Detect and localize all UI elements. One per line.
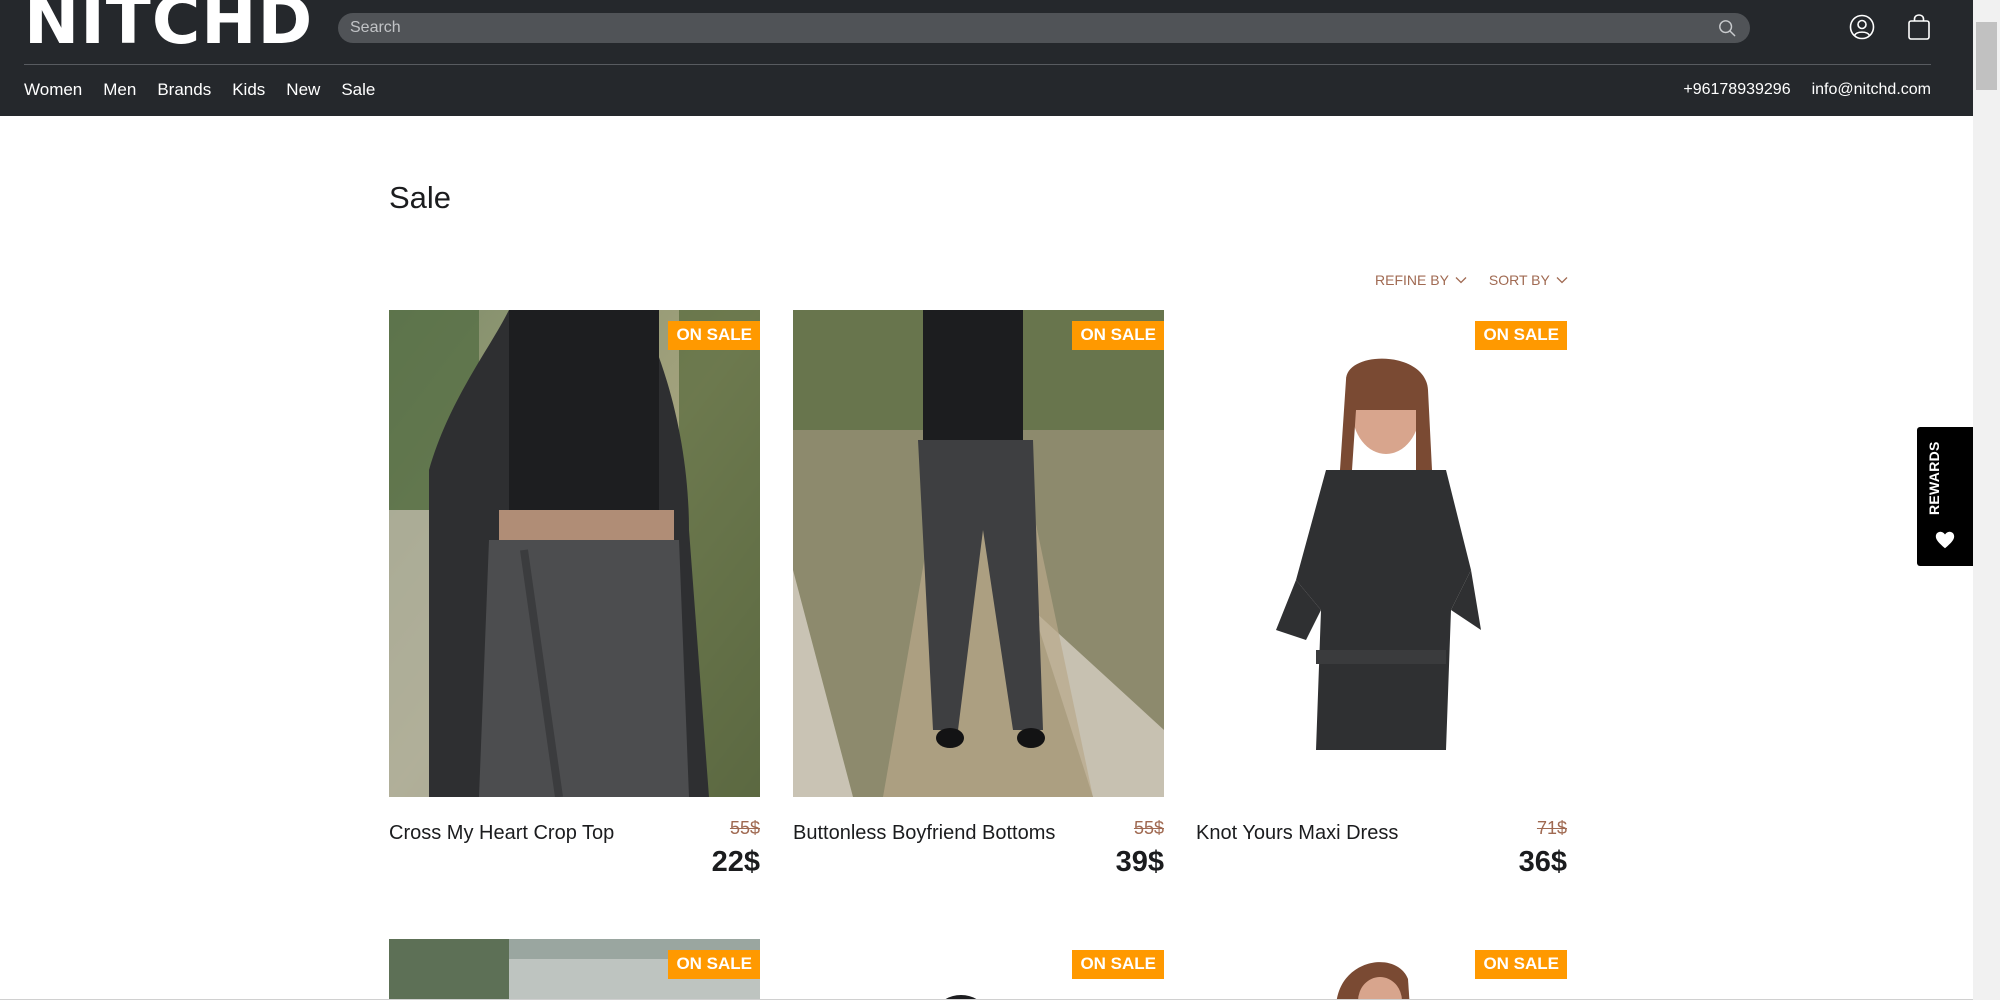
header-divider bbox=[24, 64, 1931, 65]
main-nav: Women Men Brands Kids New Sale bbox=[24, 78, 396, 102]
on-sale-badge: ON SALE bbox=[1475, 950, 1567, 979]
product-name[interactable]: Knot Yours Maxi Dress bbox=[1196, 822, 1398, 845]
chevron-down-icon bbox=[1556, 277, 1568, 284]
search-icon[interactable] bbox=[1718, 19, 1736, 37]
rewards-label: REWARDS bbox=[1926, 441, 1942, 515]
sort-by-label: SORT BY bbox=[1488, 272, 1550, 288]
contact-info: +96178939296 info@nitchd.com bbox=[1662, 78, 1931, 102]
vertical-scrollbar[interactable] bbox=[1973, 0, 2000, 1000]
on-sale-badge: ON SALE bbox=[1072, 950, 1164, 979]
listing-toolbar: REFINE BY SORT BY bbox=[1375, 272, 1568, 288]
product-image[interactable]: ON SALE bbox=[389, 939, 760, 1000]
account-icon[interactable] bbox=[1849, 14, 1875, 40]
on-sale-badge: ON SALE bbox=[1475, 321, 1567, 350]
on-sale-badge: ON SALE bbox=[1072, 321, 1164, 350]
nav-new[interactable]: New bbox=[286, 78, 320, 102]
nav-brands[interactable]: Brands bbox=[157, 78, 211, 102]
sort-by-button[interactable]: SORT BY bbox=[1489, 272, 1568, 288]
product-name[interactable]: Cross My Heart Crop Top bbox=[389, 822, 614, 845]
product-image[interactable]: ON SALE bbox=[389, 310, 760, 797]
site-header: NITCHD Women Men Brands Kids New Sale +9… bbox=[0, 0, 1973, 116]
on-sale-badge: ON SALE bbox=[668, 321, 760, 350]
product-image[interactable]: ON SALE bbox=[793, 310, 1164, 797]
product-name[interactable]: Buttonless Boyfriend Bottoms bbox=[793, 822, 1055, 845]
sale-price: 22$ bbox=[711, 846, 760, 878]
search-bar[interactable] bbox=[338, 13, 1750, 43]
scrollbar-thumb[interactable] bbox=[1976, 22, 1997, 90]
refine-by-button[interactable]: REFINE BY bbox=[1375, 272, 1467, 288]
nav-women[interactable]: Women bbox=[24, 78, 82, 102]
sale-price: 36$ bbox=[1518, 846, 1567, 878]
site-logo[interactable]: NITCHD bbox=[24, 0, 313, 54]
nav-sale[interactable]: Sale bbox=[341, 78, 375, 102]
refine-by-label: REFINE BY bbox=[1375, 272, 1449, 288]
product-image[interactable]: ON SALE bbox=[793, 939, 1164, 1000]
shopping-bag-icon[interactable] bbox=[1906, 13, 1932, 41]
phone-link[interactable]: +96178939296 bbox=[1683, 78, 1790, 102]
heart-icon bbox=[1935, 531, 1955, 549]
chevron-down-icon bbox=[1455, 277, 1467, 284]
on-sale-badge: ON SALE bbox=[668, 950, 760, 979]
original-price: 55$ bbox=[729, 818, 760, 838]
page-title: Sale bbox=[389, 180, 452, 215]
search-input[interactable] bbox=[350, 13, 1690, 43]
email-link[interactable]: info@nitchd.com bbox=[1812, 78, 1931, 102]
nav-kids[interactable]: Kids bbox=[232, 78, 265, 102]
product-image[interactable]: ON SALE bbox=[1196, 310, 1567, 797]
original-price: 55$ bbox=[1133, 818, 1164, 838]
sale-price: 39$ bbox=[1115, 846, 1164, 878]
product-image[interactable]: ON SALE bbox=[1196, 939, 1567, 1000]
rewards-tab[interactable]: REWARDS bbox=[1917, 427, 1973, 566]
nav-men[interactable]: Men bbox=[103, 78, 136, 102]
original-price: 71$ bbox=[1536, 818, 1567, 838]
